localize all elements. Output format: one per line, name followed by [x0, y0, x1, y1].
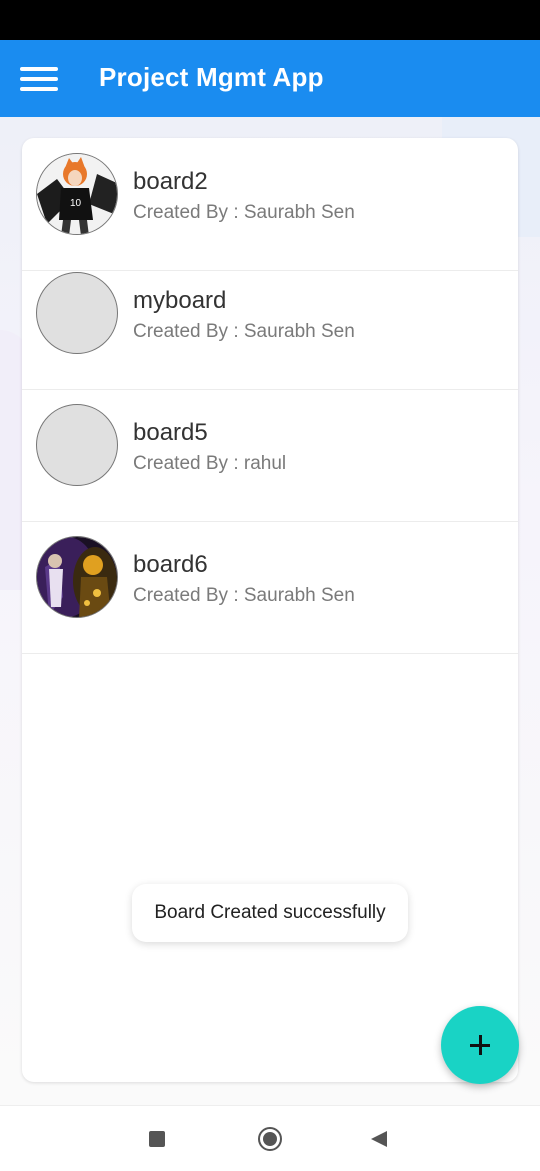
board-list-item[interactable]: 10 board2 Created By : Saurabh Sen	[22, 138, 518, 271]
board-creator: Created By : rahul	[133, 453, 287, 474]
board-name: board6	[133, 551, 208, 578]
board-creator: Created By : Saurabh Sen	[133, 202, 355, 223]
board-avatar-image: 10	[36, 153, 118, 235]
board-avatar-placeholder	[36, 404, 118, 486]
board-avatar-image	[36, 536, 118, 618]
board-creator: Created By : Saurabh Sen	[133, 321, 355, 342]
add-board-button[interactable]	[441, 1006, 519, 1084]
page-title: Project Mgmt App	[99, 62, 324, 92]
svg-text:10: 10	[70, 198, 82, 209]
home-circle-icon[interactable]	[258, 1127, 282, 1151]
hamburger-menu-icon[interactable]	[20, 67, 58, 91]
board-name: board2	[133, 168, 208, 195]
board-creator: Created By : Saurabh Sen	[133, 585, 355, 606]
board-list-item[interactable]: board5 Created By : rahul	[22, 389, 518, 522]
toast-message: Board Created successfully	[132, 884, 408, 942]
board-name: board5	[133, 419, 208, 446]
status-bar	[0, 0, 540, 40]
board-name: myboard	[133, 287, 227, 314]
board-avatar-placeholder	[36, 272, 118, 354]
app-bar: Project Mgmt App	[0, 40, 540, 117]
system-nav-bar	[0, 1105, 540, 1171]
recents-square-icon[interactable]	[149, 1131, 165, 1147]
board-list-item[interactable]: board6 Created By : Saurabh Sen	[22, 521, 518, 654]
board-list-item[interactable]: myboard Created By : Saurabh Sen	[22, 257, 518, 390]
back-triangle-icon[interactable]	[371, 1131, 387, 1147]
